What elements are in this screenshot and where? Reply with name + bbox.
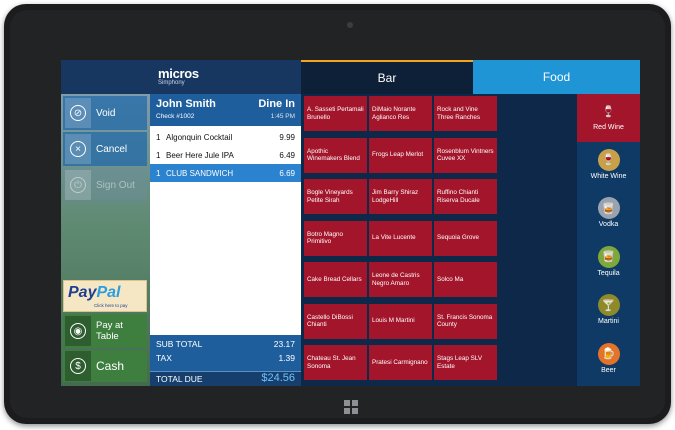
order-lines: 1 Algonquin Cocktail 9.99 1 Beer Here Ju…	[150, 128, 301, 303]
cancel-icon: ×	[65, 134, 91, 164]
wine-item-button[interactable]: Rosenblum Vintners Cuvee XX	[434, 137, 497, 173]
line-qty: 1	[156, 150, 161, 160]
line-price: 6.49	[279, 150, 295, 160]
category-martini[interactable]: 🍸 Martini	[577, 288, 640, 336]
wine-item-button[interactable]: Sequoia Grove	[434, 220, 497, 256]
void-button[interactable]: ⊘ Void	[63, 96, 147, 130]
pos-screen: micros Simphony Bar Food ⊘ Void × Cancel…	[61, 60, 640, 386]
category-vodka[interactable]: 🥃 Vodka	[577, 191, 640, 239]
order-line[interactable]: 1 Algonquin Cocktail 9.99	[150, 128, 301, 146]
subtotal-row: SUB TOTAL 23.17	[156, 339, 295, 349]
beer-glass-icon: 🍺	[597, 342, 620, 365]
total-due-label: TOTAL DUE	[156, 374, 203, 384]
sign-out-label: Sign Out	[96, 179, 135, 191]
wine-item-button[interactable]: Louis M Martini	[369, 303, 432, 339]
tab-food[interactable]: Food	[473, 60, 640, 94]
order-type[interactable]: Dine In	[258, 98, 295, 110]
wine-item-button[interactable]: Cake Bread Cellars	[304, 262, 367, 297]
cancel-label: Cancel	[96, 143, 128, 155]
empty-panel	[497, 94, 577, 386]
wine-item-button[interactable]: Apothic Winemakers Blend	[304, 137, 367, 173]
pay-at-table-label: Pay at Table	[96, 320, 123, 342]
top-left-panel	[61, 60, 150, 94]
wine-item-button[interactable]: Stags Leap SLV Estate	[434, 345, 497, 380]
wine-item-button[interactable]: A. Sasseti Pertamali Brunello	[304, 96, 367, 131]
line-qty: 1	[156, 168, 161, 178]
paypal-logo: PayPal	[68, 284, 121, 301]
subtotal-value: 23.17	[273, 339, 295, 349]
brand-logo: micros Simphony	[150, 60, 301, 94]
category-label: Red Wine	[593, 124, 624, 131]
camera-icon	[347, 22, 353, 28]
category-beer[interactable]: 🍺 Beer	[577, 337, 640, 385]
wine-glass-icon: 🍷	[601, 105, 616, 118]
line-qty: 1	[156, 132, 161, 142]
wine-item-button[interactable]: Jim Barry Shiraz LodgeHill	[369, 179, 432, 214]
check-panel: John Smith Dine In Check #1002 1:45 PM 1…	[150, 94, 301, 386]
line-price: 9.99	[279, 132, 295, 142]
paypal-subtitle: Click here to pay	[94, 303, 128, 308]
sign-out-icon: ⏻	[65, 170, 91, 200]
category-panel: 🍷 Red Wine 🍷 White Wine 🥃 Vodka 🥃 Tequila 🍸 Marti…	[577, 94, 640, 386]
pay-at-table-button[interactable]: ◉ Pay at Table	[63, 314, 147, 348]
cancel-button[interactable]: × Cancel	[63, 132, 147, 166]
wine-item-button[interactable]: Leone de Castris Negro Amaro	[369, 262, 432, 297]
category-label: Tequila	[597, 269, 620, 277]
tax-value: 1.39	[278, 353, 295, 363]
pay-at-table-icon: ◉	[65, 316, 91, 346]
line-name: CLUB SANDWICH	[166, 168, 234, 178]
cash-button[interactable]: $ Cash	[63, 350, 147, 382]
void-icon: ⊘	[65, 98, 91, 128]
cash-label: Cash	[96, 359, 125, 373]
category-label: Vodka	[598, 221, 619, 228]
category-label: Beer	[601, 366, 616, 374]
category-tequila[interactable]: 🥃 Tequila	[577, 240, 640, 288]
brand-name: micros	[158, 66, 199, 81]
wine-item-button[interactable]: Ruffino Chianti Riserva Ducale	[434, 179, 497, 214]
wine-grid: A. Sasseti Pertamali Brunello DiMaio Nora…	[301, 94, 497, 386]
check-time: 1:45 PM	[270, 113, 295, 120]
tablet-device: micros Simphony Bar Food ⊘ Void × Cancel…	[4, 4, 671, 424]
wine-item-button[interactable]: Botro Magno Primitivo	[304, 220, 367, 256]
wine-item-button[interactable]: Pratesi Carmignano	[369, 345, 432, 380]
totals-panel: SUB TOTAL 23.17 TAX 1.39 TOTAL DUE $24.5…	[150, 335, 301, 386]
wine-item-button[interactable]: Castello DiBossi Chianti	[304, 303, 367, 339]
category-white-wine[interactable]: 🍷 White Wine	[577, 143, 640, 191]
sign-out-button[interactable]: ⏻ Sign Out	[63, 168, 147, 202]
void-label: Void	[96, 107, 116, 119]
wine-item-button[interactable]: DiMaio Norante Aglianco Res	[369, 96, 432, 131]
wine-item-button[interactable]: Chateau St. Jean Sonoma	[304, 345, 367, 380]
paypal-button[interactable]: PayPal Click here to pay	[63, 280, 147, 312]
wine-item-button[interactable]: La Vite Lucente	[369, 220, 432, 256]
total-due-value: $24.56	[261, 372, 295, 384]
line-name: Algonquin Cocktail	[166, 132, 233, 142]
total-due-row: TOTAL DUE $24.56	[150, 371, 301, 386]
subtotal-label: SUB TOTAL	[156, 339, 203, 349]
check-header: John Smith Dine In Check #1002 1:45 PM	[150, 94, 301, 126]
wine-item-button[interactable]: St. Francis Sonoma County	[434, 303, 497, 339]
wine-item-button[interactable]: Bogle Vineyards Petite Sirah	[304, 179, 367, 214]
martini-glass-icon: 🍸	[597, 294, 620, 316]
tax-label: TAX	[156, 353, 172, 363]
order-line[interactable]: 1 Beer Here Jule IPA 6.49	[150, 146, 301, 164]
category-label: Martini	[597, 318, 619, 325]
category-red-wine[interactable]: 🍷 Red Wine	[577, 94, 640, 142]
wine-item-button[interactable]: Solco Ma	[434, 262, 497, 297]
wine-item-button[interactable]: Rock and Vine Three Ranches	[434, 96, 497, 131]
brand-subtitle: Simphony	[158, 80, 185, 86]
vodka-glass-icon: 🥃	[597, 197, 620, 219]
wine-item-button[interactable]: Frogs Leap Merlot	[369, 137, 432, 173]
tab-bar[interactable]: Bar	[301, 60, 473, 94]
category-label: White Wine	[590, 172, 627, 180]
action-panel: ⊘ Void × Cancel ⏻ Sign Out PayPal Click …	[61, 94, 150, 386]
line-price: 6.69	[279, 168, 295, 178]
white-wine-icon: 🍷	[597, 148, 620, 171]
tax-row: TAX 1.39	[156, 353, 295, 363]
line-name: Beer Here Jule IPA	[166, 150, 234, 160]
windows-logo-icon[interactable]	[344, 400, 358, 414]
tequila-glass-icon: 🥃	[597, 245, 620, 268]
cash-icon: $	[65, 351, 91, 381]
order-line-selected[interactable]: 1 CLUB SANDWICH 6.69	[150, 164, 301, 182]
